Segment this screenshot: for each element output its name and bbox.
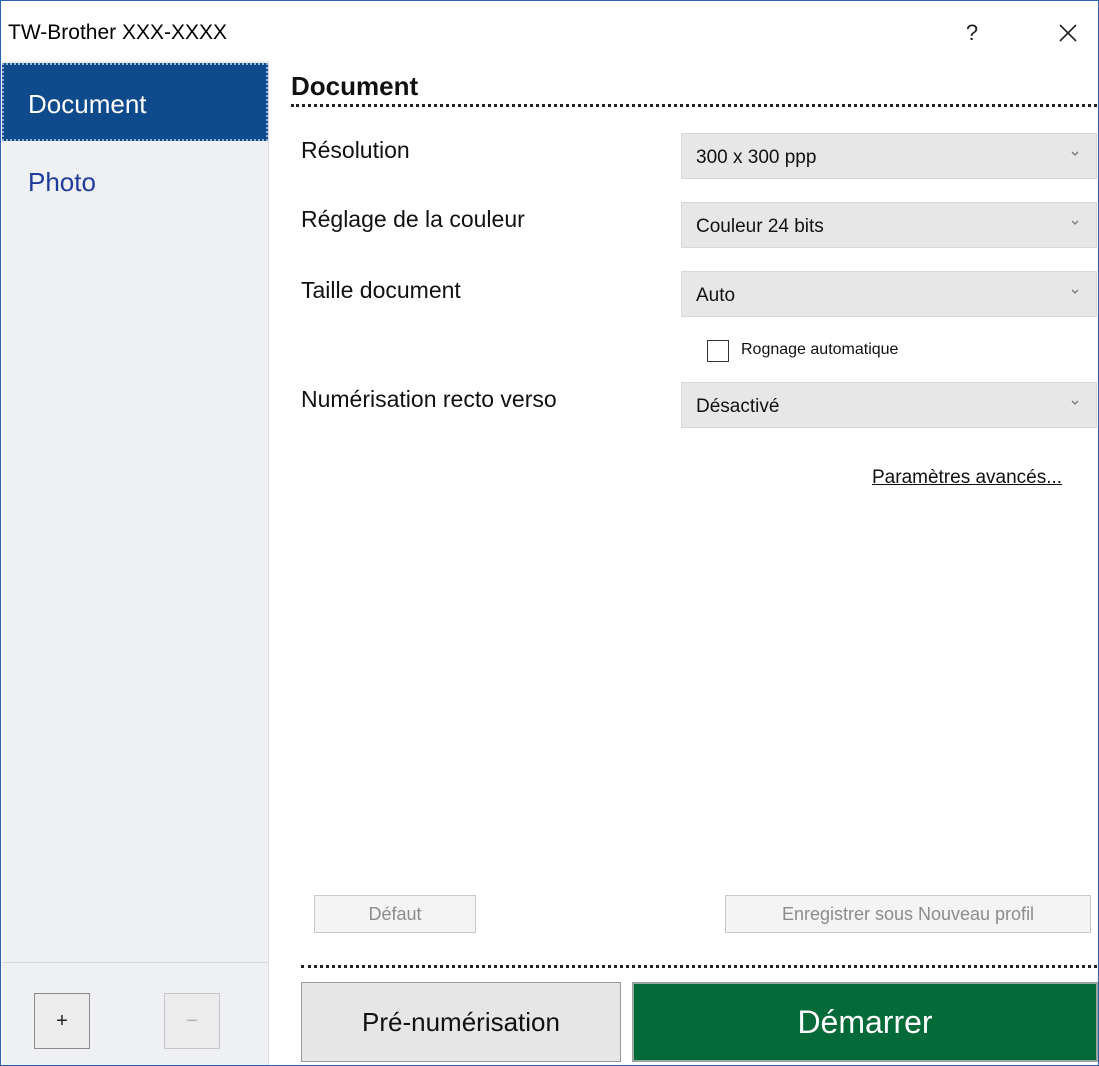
duplex-scan-label: Numérisation recto verso [301, 386, 557, 412]
help-button[interactable]: ? [952, 15, 992, 51]
prescan-button[interactable]: Pré-numérisation [301, 982, 621, 1062]
advanced-settings-link[interactable]: Paramètres avancés... [872, 467, 1062, 489]
default-button[interactable]: Défaut [314, 895, 476, 933]
remove-profile-button[interactable]: − [164, 993, 220, 1049]
chevron-down-icon [1071, 289, 1079, 294]
sidebar-divider [2, 962, 268, 963]
sidebar-item-photo[interactable]: Photo [2, 141, 268, 219]
save-new-profile-button[interactable]: Enregistrer sous Nouveau profil [725, 895, 1091, 933]
profile-sidebar: Document Photo + − [2, 61, 269, 1065]
chevron-down-icon [1071, 220, 1079, 225]
color-setting-value: Couleur 24 bits [696, 216, 824, 237]
actions-divider [301, 965, 1097, 968]
duplex-scan-value: Désactivé [696, 396, 780, 417]
resolution-value: 300 x 300 ppp [696, 147, 817, 168]
section-divider [291, 104, 1097, 107]
section-title: Document [291, 71, 419, 101]
sidebar-item-label: Photo [28, 167, 96, 197]
close-icon [1059, 24, 1077, 42]
sidebar-item-document[interactable]: Document [2, 63, 268, 141]
window-title: TW-Brother XXX-XXXX [8, 21, 228, 44]
duplex-scan-select[interactable]: Désactivé [681, 382, 1097, 428]
add-profile-button[interactable]: + [34, 993, 90, 1049]
auto-crop-label: Rognage automatique [741, 341, 899, 358]
chevron-down-icon [1071, 151, 1079, 156]
scanner-dialog-window: TW-Brother XXX-XXXX ? Document Photo + −… [0, 0, 1099, 1066]
document-size-value: Auto [696, 285, 736, 306]
document-size-label: Taille document [301, 277, 461, 303]
color-setting-label: Réglage de la couleur [301, 206, 525, 232]
document-size-select[interactable]: Auto [681, 271, 1097, 317]
title-bar: TW-Brother XXX-XXXX ? [1, 1, 1098, 61]
start-button[interactable]: Démarrer [632, 982, 1098, 1062]
auto-crop-checkbox[interactable] [707, 340, 729, 362]
color-setting-select[interactable]: Couleur 24 bits [681, 202, 1097, 248]
resolution-label: Résolution [301, 137, 410, 163]
sidebar-item-label: Document [28, 89, 147, 119]
chevron-down-icon [1071, 400, 1079, 405]
close-button[interactable] [1045, 15, 1091, 51]
resolution-select[interactable]: 300 x 300 ppp [681, 133, 1097, 179]
